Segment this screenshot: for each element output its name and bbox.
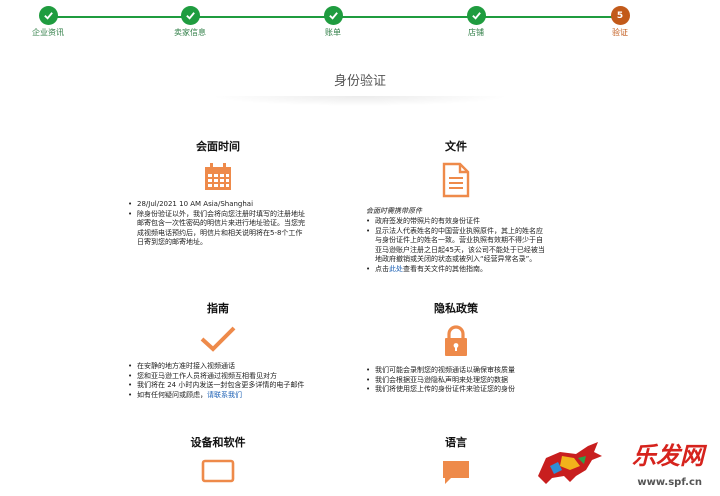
check-icon	[323, 6, 343, 25]
section-title: 会面时间	[196, 140, 240, 153]
link-prefix: 点击	[375, 264, 389, 273]
section-title: 文件	[445, 140, 467, 153]
lock-icon	[366, 324, 546, 358]
step-billing[interactable]: 账单	[288, 6, 378, 38]
section-title: 语言	[445, 436, 467, 449]
section-title: 设备和软件	[190, 436, 246, 449]
section-privacy: 隐私政策 我们可能会录制您的视频通话以确保审核质量 我们会根据亚马逊隐私声明来处…	[366, 300, 546, 395]
step-label: 店铺	[468, 28, 484, 37]
documents-guide-link[interactable]: 此处	[389, 265, 403, 273]
link-suffix: 查看有关文件的其他指南。	[403, 264, 487, 273]
step-label: 账单	[325, 28, 341, 37]
list-item: 我们将在 24 小时内发送一封包含更多详情的电子邮件	[128, 381, 308, 391]
step-company-info[interactable]: 企业资讯	[3, 6, 93, 38]
list-item: 如有任何疑问或顾虑，请联系我们	[128, 391, 308, 401]
page-title: 身份验证	[333, 74, 386, 89]
monitor-icon	[128, 458, 308, 484]
contact-us-link[interactable]: 请联系我们	[207, 391, 242, 399]
progress-stepper: 企业资讯 卖家信息 账单 店铺 5 验证	[0, 0, 720, 44]
list-item: 我们可能会录制您的视频通话以确保审核质量	[366, 366, 546, 376]
list-item: 我们将使用您上传的身份证件来验证您的身份	[366, 385, 546, 395]
watermark-brand: 乐发网	[632, 441, 704, 470]
check-icon	[180, 6, 200, 25]
checkmark-icon	[128, 324, 308, 354]
list-item: 点击此处查看有关文件的其他指南。	[366, 265, 546, 275]
list-item: 除身份验证以外，我们会将向您注册时填写的注册地址邮寄包含一次性密码的明信片来进行…	[128, 210, 308, 248]
check-icon	[38, 6, 58, 25]
list-item: 显示法人代表姓名的中国营业执照原件，其上的姓名应与身份证件上的姓名一致。营业执照…	[366, 227, 546, 265]
list-item: 政府签发的带照片的有效身份证件	[366, 217, 546, 227]
list-item: 我们会根据亚马逊隐私声明来处理您的数据	[366, 376, 546, 386]
meeting-time-list: 28/Jul/2021 10 AM Asia/Shanghai 除身份验证以外，…	[128, 200, 308, 248]
documents-note: 会面时需携带原件	[366, 207, 422, 215]
document-icon	[366, 162, 546, 198]
section-title: 隐私政策	[434, 302, 478, 315]
section-documents: 文件 会面时需携带原件 政府签发的带照片的有效身份证件 显示法人代表姓名的中国营…	[366, 138, 546, 274]
bull-logo-icon	[538, 442, 602, 484]
step-label: 卖家信息	[174, 28, 206, 37]
step-seller-info[interactable]: 卖家信息	[145, 6, 235, 38]
step-store[interactable]: 店铺	[431, 6, 521, 38]
list-item: 在安静的地方准时接入视频通话	[128, 362, 308, 372]
step-label: 验证	[612, 28, 628, 37]
watermark-url: www.spf.cn	[637, 477, 702, 488]
contact-prefix: 如有任何疑问或顾虑，	[137, 390, 207, 399]
step-verification[interactable]: 5 验证	[575, 6, 665, 38]
section-title: 指南	[207, 302, 229, 315]
documents-list: 政府签发的带照片的有效身份证件 显示法人代表姓名的中国营业执照原件，其上的姓名应…	[366, 217, 546, 274]
calendar-icon	[128, 162, 308, 192]
section-language: 语言	[366, 434, 546, 486]
section-meeting-time: 会面时间 28/Jul/2021 10 AM Asia/Shanghai 除身份…	[128, 138, 308, 248]
title-divider	[210, 96, 510, 106]
step-number: 5	[610, 6, 630, 25]
section-devices: 设备和软件	[128, 434, 308, 484]
step-label: 企业资讯	[32, 28, 64, 37]
list-item: 28/Jul/2021 10 AM Asia/Shanghai	[128, 200, 308, 210]
check-icon	[466, 6, 486, 25]
section-guide: 指南 在安静的地方准时接入视频通话 您和亚马逊工作人员将通过视频互相看见对方 我…	[128, 300, 308, 400]
site-watermark: 乐发网 www.spf.cn	[532, 434, 712, 490]
list-item: 您和亚马逊工作人员将通过视频互相看见对方	[128, 372, 308, 382]
chat-bubble-icon	[366, 458, 546, 486]
privacy-list: 我们可能会录制您的视频通话以确保审核质量 我们会根据亚马逊隐私声明来处理您的数据…	[366, 366, 546, 395]
guide-list: 在安静的地方准时接入视频通话 您和亚马逊工作人员将通过视频互相看见对方 我们将在…	[128, 362, 308, 400]
